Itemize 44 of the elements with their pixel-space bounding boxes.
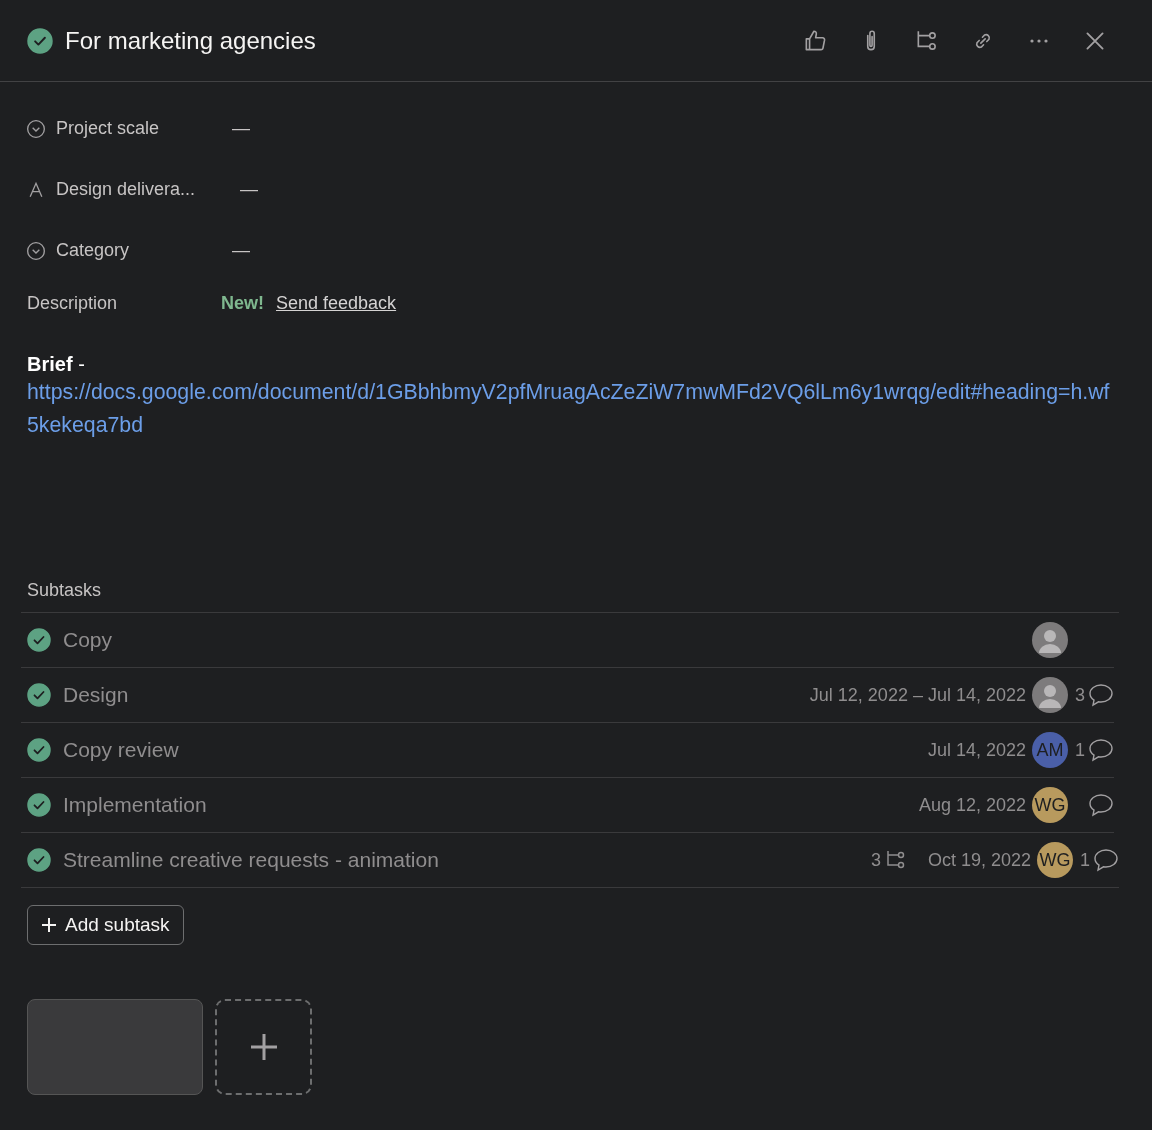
due-date[interactable]: Oct 19, 2022: [927, 849, 1031, 871]
assignee-avatar[interactable]: WG: [1032, 787, 1068, 823]
field-label: Project scale: [56, 118, 160, 139]
dropdown-field-icon: [26, 240, 46, 261]
completed-check-icon[interactable]: [27, 27, 53, 54]
comment-count: 3: [1075, 684, 1085, 706]
subtask-name[interactable]: Copy: [63, 628, 1032, 652]
comment-count: 1: [1075, 739, 1085, 761]
due-date[interactable]: Jul 14, 2022: [927, 739, 1026, 761]
field-value[interactable]: —: [232, 118, 250, 139]
completed-check-icon[interactable]: [27, 738, 51, 762]
assignee-avatar[interactable]: AM: [1032, 732, 1068, 768]
avatar-circle[interactable]: [1032, 622, 1068, 658]
add-subtask-button[interactable]: Add subtask: [27, 905, 184, 945]
avatar-circle[interactable]: [1032, 677, 1068, 713]
field-label: Category: [56, 240, 130, 261]
due-date[interactable]: Jul 12, 2022 – Jul 14, 2022: [809, 684, 1026, 706]
plus-icon: [249, 1033, 278, 1061]
field-label: Design delivera...: [56, 179, 196, 200]
send-feedback-link[interactable]: Send feedback: [276, 292, 397, 314]
completed-check-icon[interactable]: [27, 793, 51, 817]
completed-check-icon[interactable]: [27, 683, 51, 707]
task-title[interactable]: For marketing agencies: [65, 26, 798, 55]
subtask-count: 3: [870, 849, 881, 871]
plus-icon: [41, 917, 57, 933]
field-value[interactable]: —: [240, 179, 258, 200]
brief-heading: Brief -: [27, 353, 86, 376]
subtask-name[interactable]: Copy review: [63, 738, 928, 762]
add-attachment-button[interactable]: [215, 999, 312, 1095]
dropdown-field-icon: [26, 118, 46, 139]
subtask-name[interactable]: Implementation: [63, 793, 919, 817]
comment-count: 1: [1080, 849, 1090, 871]
subtask-name[interactable]: Streamline creative requests - animation: [63, 848, 871, 872]
field-value[interactable]: —: [232, 240, 250, 261]
subtask-name[interactable]: Design: [63, 683, 810, 707]
assignee-avatar[interactable]: WG: [1037, 842, 1073, 878]
due-date[interactable]: Aug 12, 2022: [918, 794, 1026, 816]
new-label: New!: [221, 292, 264, 314]
completed-check-icon[interactable]: [27, 628, 51, 652]
subtasks-heading: Subtasks: [21, 580, 1119, 613]
description-label: Description: [27, 292, 119, 314]
document-link[interactable]: https://docs.google.com/document/d/1GBbhbmyV2pfMruagAcZeZiW7mwMFd2VQ6lLm6y1wrqg/edit#heading=h.wf5kekeqa7bd: [27, 376, 1112, 442]
completed-check-icon[interactable]: [27, 848, 51, 872]
screenshot-thumbnail[interactable]: [27, 999, 203, 1095]
